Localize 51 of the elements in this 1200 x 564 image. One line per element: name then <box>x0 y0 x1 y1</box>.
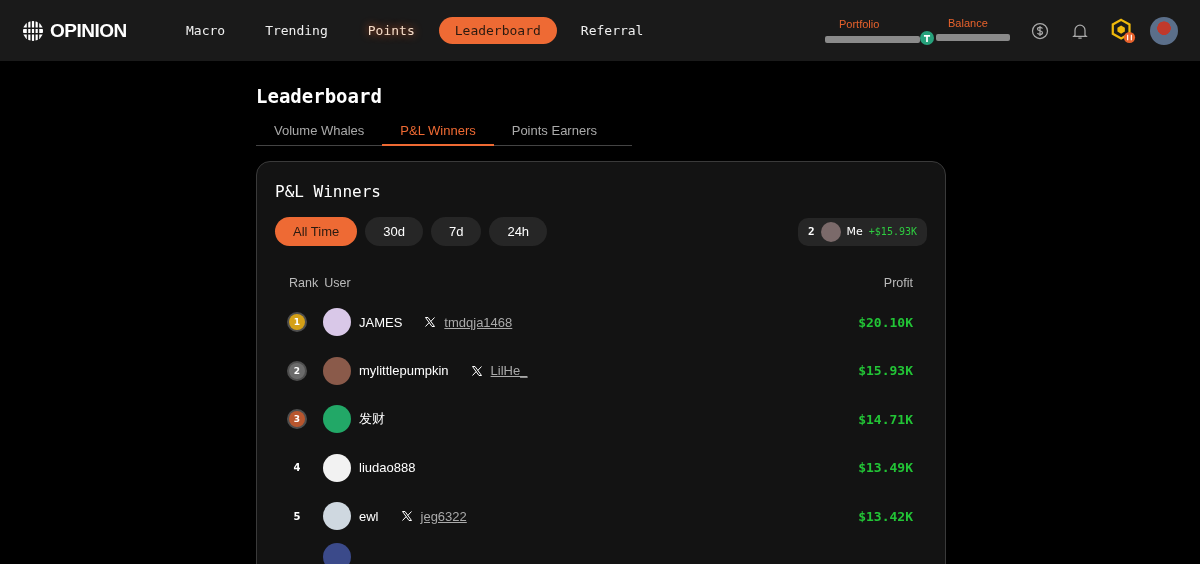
x-icon <box>400 510 413 523</box>
rank-number: 4 <box>293 462 301 474</box>
nav-link[interactable]: Leaderboard <box>438 17 557 44</box>
my-name: Me <box>846 225 863 238</box>
column-header: Profit <box>883 276 913 290</box>
avatar <box>820 221 841 242</box>
user-name: mylittlepumpkin <box>359 363 449 379</box>
user-name: JAMES <box>359 314 403 330</box>
rank-medal: 3 <box>289 411 305 428</box>
cube-icon[interactable] <box>1110 17 1136 44</box>
dollar-icon[interactable] <box>1030 20 1050 41</box>
portfolio-label: Portfolio <box>838 18 881 30</box>
rank-medal: 1 <box>289 314 305 331</box>
my-profit: +$15.93K <box>868 226 917 237</box>
profit-value: $13.42K <box>858 508 913 524</box>
x-icon <box>470 364 483 377</box>
nav-link[interactable]: Referral <box>564 17 660 44</box>
time-filter[interactable]: 24h <box>489 217 548 246</box>
avatar[interactable] <box>1150 16 1178 45</box>
rank-medal: 2 <box>289 362 305 379</box>
card-title: P&L Winners <box>275 182 382 201</box>
user-name: ewl <box>359 508 379 524</box>
balance-label: Balance <box>947 16 989 29</box>
logo-icon <box>22 19 44 42</box>
column-header: Rank <box>289 276 319 290</box>
column-header: User <box>324 276 351 290</box>
time-filter[interactable]: All Time <box>275 217 358 246</box>
x-handle-link[interactable]: tmdqja1468 <box>444 314 513 330</box>
x-icon <box>424 316 437 329</box>
user-name: 发财 <box>359 410 385 429</box>
profit-value: $13.49K <box>858 460 913 476</box>
page-title: Leaderboard <box>256 85 383 107</box>
nav-link[interactable]: Macro <box>170 17 242 44</box>
nav-link[interactable]: Points <box>351 17 431 44</box>
time-filter[interactable]: 30d <box>365 217 423 246</box>
profit-value: $20.10K <box>858 314 913 330</box>
profit-value: $14.71K <box>858 411 913 427</box>
user-name: liudao888 <box>359 460 416 476</box>
my-rank: 2 <box>807 225 815 238</box>
profit-value: $15.93K <box>858 363 913 379</box>
tab[interactable]: Volume Whales <box>256 117 383 145</box>
tab[interactable]: P&L Winners <box>382 117 494 146</box>
nav-link[interactable]: Trending <box>249 17 344 44</box>
token-icon <box>920 30 934 45</box>
x-handle-link[interactable]: LilHe_ <box>490 363 528 379</box>
avatar <box>323 542 351 564</box>
brand-name[interactable]: OPINION <box>50 19 127 42</box>
time-filter[interactable]: 7d <box>430 217 482 246</box>
rank-number: 5 <box>293 510 301 522</box>
tab[interactable]: Points Earners <box>493 117 615 145</box>
x-handle-link[interactable]: jeg6322 <box>420 508 467 524</box>
